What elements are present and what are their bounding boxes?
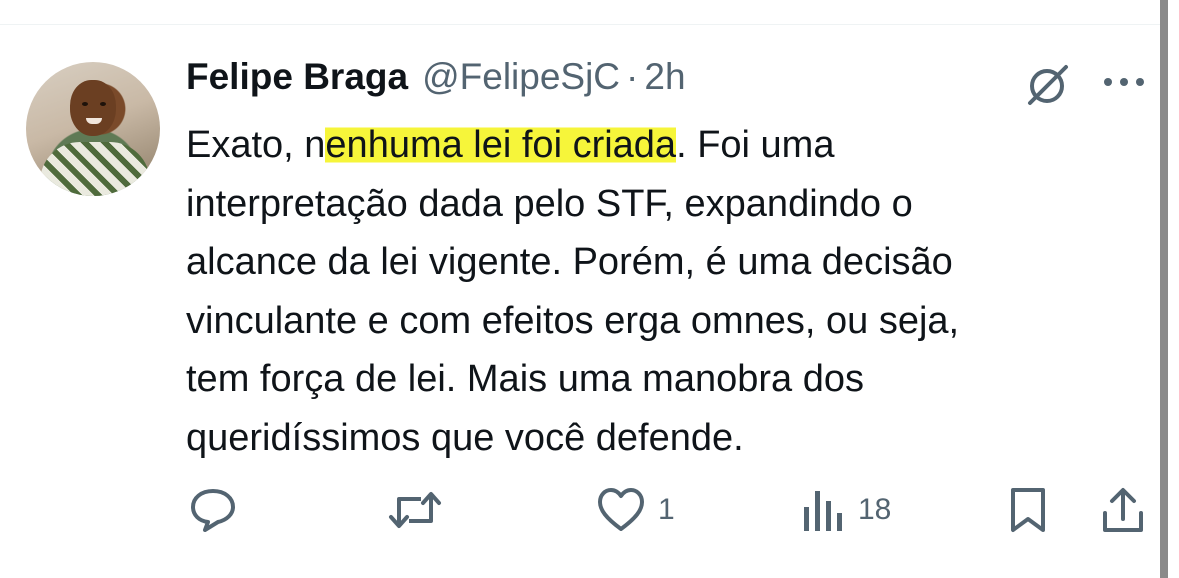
avatar-shirt bbox=[40, 142, 150, 196]
tweet-header: Felipe Braga @FelipeSjC · 2h bbox=[186, 56, 686, 106]
tweet-text-rest: . Foi uma interpretação dada pelo STF, e… bbox=[186, 124, 960, 459]
scrollbar[interactable] bbox=[1160, 0, 1168, 578]
author-handle[interactable]: @FelipeSjC bbox=[422, 56, 620, 98]
tweet-screen: Felipe Braga @FelipeSjC · 2h Exato, nenh… bbox=[0, 0, 1179, 578]
tweet-text-start: Exato, n bbox=[186, 124, 326, 166]
views-icon bbox=[804, 491, 842, 531]
like-button[interactable]: 1 bbox=[596, 480, 675, 540]
views-count: 18 bbox=[858, 493, 892, 526]
reply-icon bbox=[191, 489, 235, 532]
retweet-button[interactable] bbox=[387, 480, 455, 540]
grok-icon[interactable] bbox=[1022, 62, 1072, 108]
bookmark-button[interactable] bbox=[1008, 480, 1048, 540]
views-button[interactable]: 18 bbox=[802, 480, 891, 540]
highlighted-text: enhuma lei foi criada bbox=[325, 124, 677, 166]
separator-dot: · bbox=[626, 56, 639, 97]
like-count: 1 bbox=[658, 493, 675, 526]
more-icon[interactable] bbox=[1100, 72, 1148, 92]
tweet-text: Exato, nenhuma lei foi criada. Foi uma i… bbox=[186, 116, 1146, 468]
share-button[interactable] bbox=[1100, 480, 1146, 540]
avatar[interactable] bbox=[26, 62, 160, 196]
share-icon bbox=[1103, 488, 1143, 532]
tweet-time[interactable]: 2h bbox=[644, 56, 685, 98]
author-name[interactable]: Felipe Braga bbox=[186, 56, 408, 98]
avatar-eye bbox=[100, 102, 106, 106]
top-divider bbox=[0, 24, 1160, 25]
action-bar: 1 18 bbox=[0, 480, 1160, 540]
reply-button[interactable] bbox=[188, 480, 250, 540]
avatar-face bbox=[70, 80, 116, 136]
retweet-icon bbox=[389, 492, 441, 528]
like-icon bbox=[598, 488, 644, 531]
avatar-eye bbox=[82, 102, 88, 106]
bookmark-icon bbox=[1011, 488, 1045, 532]
